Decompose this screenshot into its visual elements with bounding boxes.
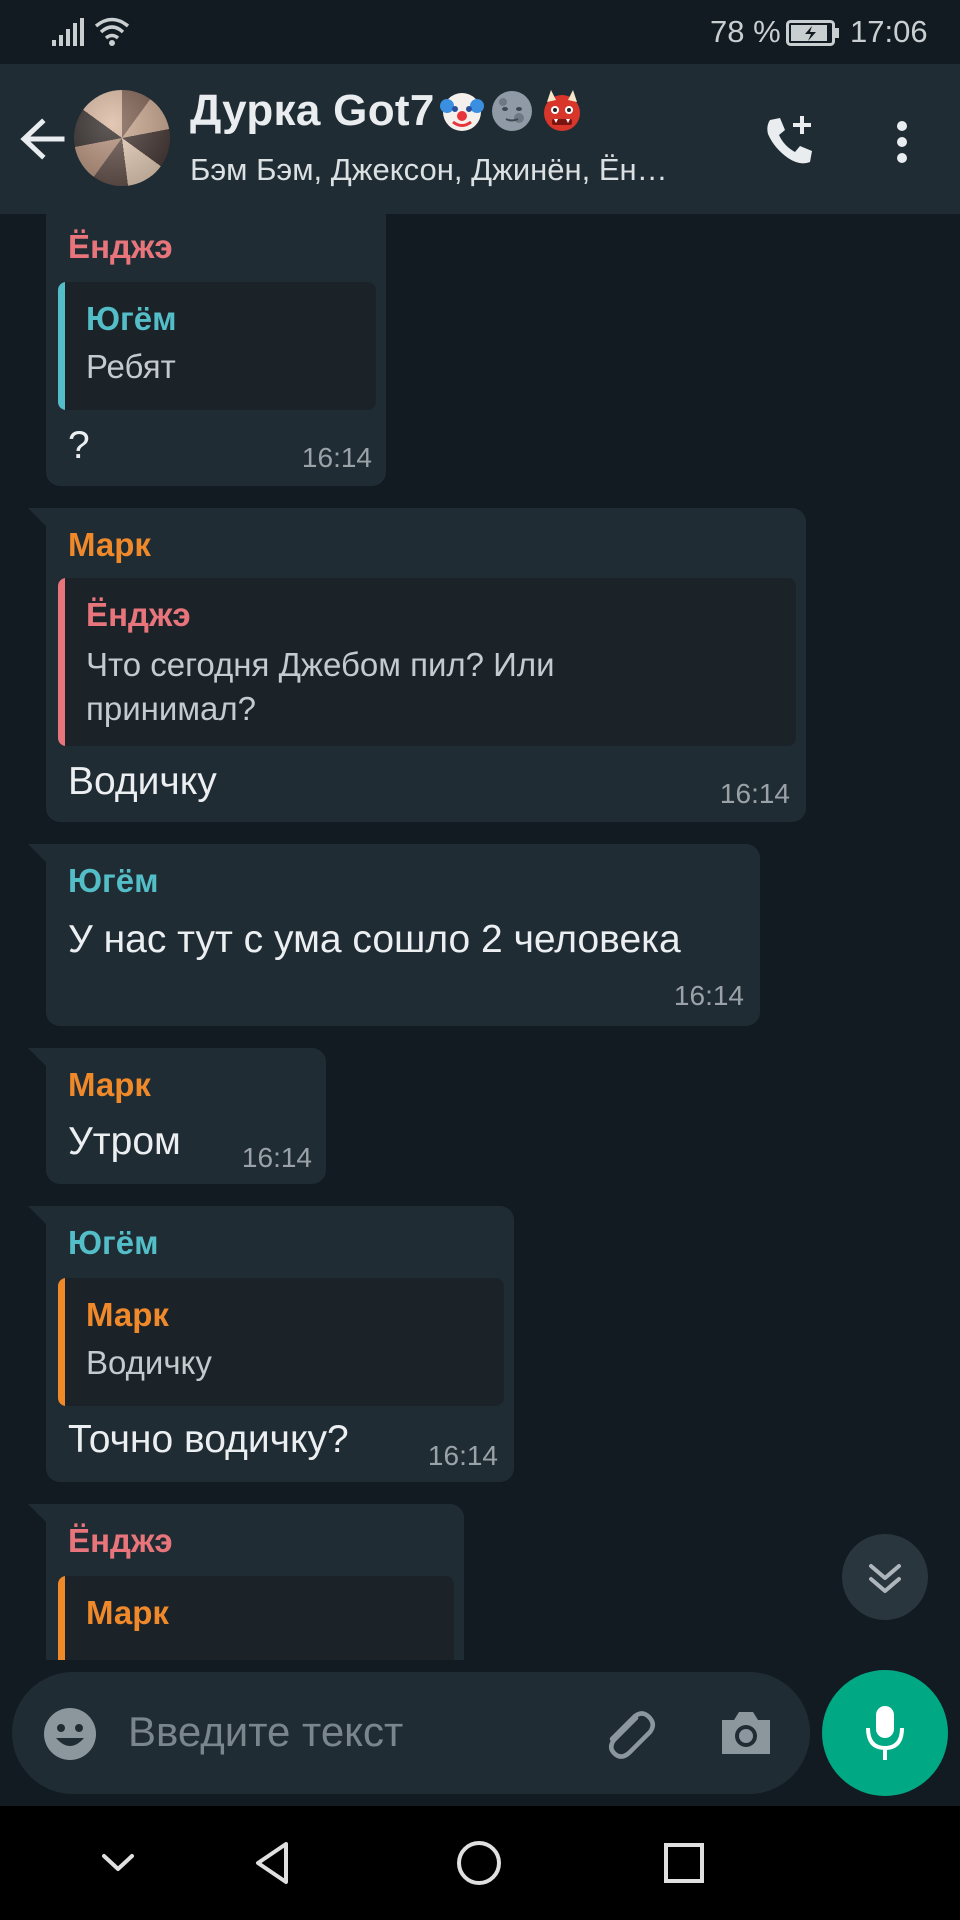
scroll-to-bottom-button[interactable]	[842, 1534, 928, 1620]
quote-bar	[58, 1576, 65, 1660]
message-sender: Ёнджэ	[68, 228, 173, 265]
status-bar: 78 % 17:06	[0, 0, 960, 64]
nav-home-icon[interactable]	[454, 1836, 504, 1895]
attach-paperclip-icon[interactable]	[596, 1702, 658, 1764]
clock: 17:06	[850, 14, 928, 49]
add-call-icon[interactable]	[760, 112, 820, 172]
message-sender: Югём	[68, 1224, 159, 1261]
quote-author: Югём	[86, 300, 177, 337]
quote-bar	[58, 282, 65, 410]
message-time: 16:14	[427, 1440, 498, 1471]
quote-text: Водичку	[86, 1344, 212, 1381]
message-text: Точно водичку?	[68, 1418, 349, 1461]
message-sender: Югём	[68, 862, 159, 899]
message-bubble[interactable]: Ёнджэ Марк	[28, 1504, 464, 1660]
signal-icon	[52, 18, 86, 51]
message-input[interactable]: Введите текст	[128, 1708, 403, 1756]
nav-hide-chevron-icon[interactable]	[96, 1836, 140, 1895]
message-time: 16:14	[719, 778, 790, 809]
double-chevron-down-icon	[869, 1564, 901, 1593]
system-nav-bar	[0, 1806, 960, 1920]
bubble-tail	[28, 508, 46, 526]
quote-text-line: принимал?	[86, 690, 256, 727]
group-avatar[interactable]	[74, 90, 170, 186]
camera-icon[interactable]	[716, 1704, 776, 1762]
emoji-icon[interactable]	[42, 1706, 98, 1762]
bubble-tail	[28, 1048, 46, 1066]
chat-members[interactable]: Бэм Бэм, Джексон, Джинён, Ён…	[190, 152, 668, 188]
message-text: У нас тут с ума сошло 2 человека	[68, 918, 681, 961]
nav-recents-icon[interactable]	[662, 1836, 706, 1895]
quote-text-line: Что сегодня Джебом пил? Или	[86, 646, 555, 683]
quote-bar	[58, 578, 65, 746]
message-bubble[interactable]: Ёнджэ Югём Ребят ? 16:14	[46, 214, 386, 486]
message-sender: Марк	[68, 1066, 151, 1103]
message-bubble[interactable]: Югём Марк Водичку Точно водичку? 16:14	[28, 1206, 514, 1482]
message-time: 16:14	[301, 442, 372, 473]
quoted-message[interactable]: Ёнджэ Что сегодня Джебом пил? Или приним…	[58, 578, 796, 746]
message-text: Утром	[68, 1120, 181, 1163]
ogre-emoji	[543, 90, 580, 131]
chat-title: Дурка Got7	[190, 86, 435, 135]
new-moon-face-emoji	[491, 91, 532, 131]
message-bubble[interactable]: Марк Утром 16:14	[28, 1048, 326, 1184]
chat-screen: 78 % 17:06 Дурка Got7 Бэм Бэм, Джексон, …	[0, 0, 960, 1920]
voice-record-button[interactable]	[822, 1670, 948, 1796]
bubble-tail	[28, 844, 46, 862]
battery-percent: 78 %	[710, 14, 781, 49]
quote-author: Марк	[86, 1296, 169, 1333]
more-options-icon[interactable]	[884, 112, 920, 172]
quoted-message[interactable]: Марк	[58, 1576, 454, 1660]
chat-header: Дурка Got7 Бэм Бэм, Джексон, Джинён, Ён…	[0, 64, 960, 214]
quote-bar	[58, 1278, 65, 1406]
chat-title-row[interactable]: Дурка Got7	[190, 86, 585, 136]
quote-author: Марк	[86, 1594, 169, 1631]
quote-author: Ёнджэ	[86, 596, 191, 633]
back-arrow-icon[interactable]	[18, 114, 68, 164]
quoted-message[interactable]: Югём Ребят	[58, 282, 376, 410]
clown-face-emoji	[439, 93, 484, 131]
message-text: Водичку	[68, 760, 217, 803]
message-text: ?	[68, 424, 90, 467]
microphone-icon	[866, 1706, 904, 1760]
quoted-message[interactable]: Марк Водичку	[58, 1278, 504, 1406]
message-sender: Марк	[68, 526, 151, 563]
message-time: 16:14	[673, 980, 744, 1011]
quote-text: Ребят	[86, 348, 176, 385]
message-bubble[interactable]: Югём У нас тут с ума сошло 2 человека 16…	[28, 844, 760, 1026]
message-sender: Ёнджэ	[68, 1522, 173, 1559]
bubble-tail	[28, 1504, 46, 1522]
bubble-tail	[28, 1206, 46, 1224]
message-composer: Введите текст	[12, 1672, 810, 1794]
message-bubble[interactable]: Марк Ёнджэ Что сегодня Джебом пил? Или п…	[28, 508, 806, 822]
wifi-icon	[94, 16, 130, 51]
battery-charging-icon	[786, 20, 840, 51]
message-time: 16:14	[241, 1142, 312, 1173]
nav-back-icon[interactable]	[250, 1836, 294, 1895]
